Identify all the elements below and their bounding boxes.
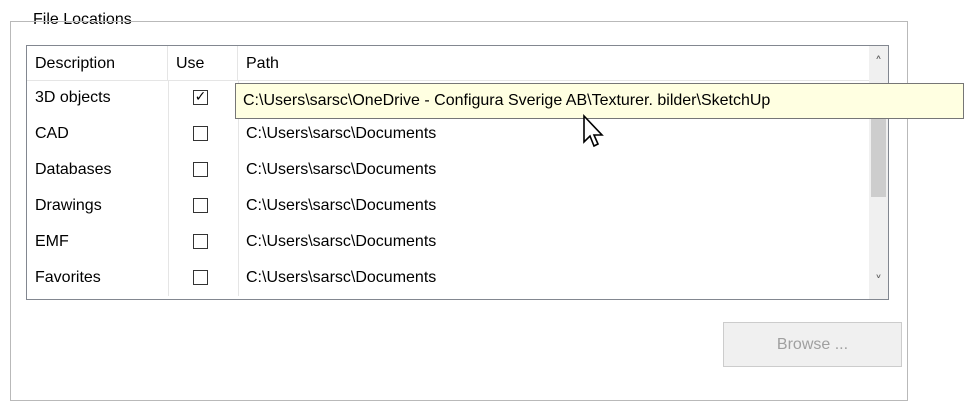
row-use-cell xyxy=(168,116,238,152)
use-checkbox[interactable] xyxy=(193,126,208,141)
row-use-cell xyxy=(168,260,238,296)
row-use-cell xyxy=(168,188,238,224)
row-description: 3D objects xyxy=(35,89,111,106)
chevron-down-icon[interactable]: ˅ xyxy=(869,265,888,299)
use-checkbox[interactable] xyxy=(193,162,208,177)
use-checkbox[interactable] xyxy=(193,270,208,285)
row-description: CAD xyxy=(35,125,69,142)
column-header-use[interactable]: Use xyxy=(168,46,238,80)
table-row[interactable]: Databases C:\Users\sarsc\Documents xyxy=(27,152,869,188)
browse-button[interactable]: Browse ... xyxy=(723,322,902,367)
table-row[interactable]: Favorites C:\Users\sarsc\Documents xyxy=(27,260,869,296)
chevron-up-icon[interactable]: ˄ xyxy=(869,46,888,80)
row-use-cell: ✓ xyxy=(168,80,238,116)
row-description: Favorites xyxy=(35,269,101,286)
list-header: Description Use Path xyxy=(27,46,869,81)
row-path: C:\Users\sarsc\Documents xyxy=(246,269,437,286)
row-path: C:\Users\sarsc\Documents xyxy=(246,233,437,250)
row-path: C:\Users\sarsc\Documents xyxy=(246,197,437,214)
row-use-cell xyxy=(168,152,238,188)
row-path: C:\Users\sarsc\Documents xyxy=(246,125,437,142)
use-checkbox[interactable]: ✓ xyxy=(193,90,208,105)
row-description: Databases xyxy=(35,161,112,178)
column-header-path[interactable]: Path xyxy=(238,46,869,80)
row-path: C:\Users\sarsc\Documents xyxy=(246,161,437,178)
table-row[interactable]: EMF C:\Users\sarsc\Documents xyxy=(27,224,869,260)
table-row[interactable]: Drawings C:\Users\sarsc\Documents xyxy=(27,188,869,224)
row-use-cell xyxy=(168,224,238,260)
row-description: EMF xyxy=(35,233,69,250)
row-description: Drawings xyxy=(35,197,102,214)
use-checkbox[interactable] xyxy=(193,234,208,249)
table-row[interactable]: CAD C:\Users\sarsc\Documents xyxy=(27,116,869,152)
column-header-description[interactable]: Description xyxy=(27,46,168,80)
use-checkbox[interactable] xyxy=(193,198,208,213)
mouse-cursor-icon xyxy=(583,114,604,148)
